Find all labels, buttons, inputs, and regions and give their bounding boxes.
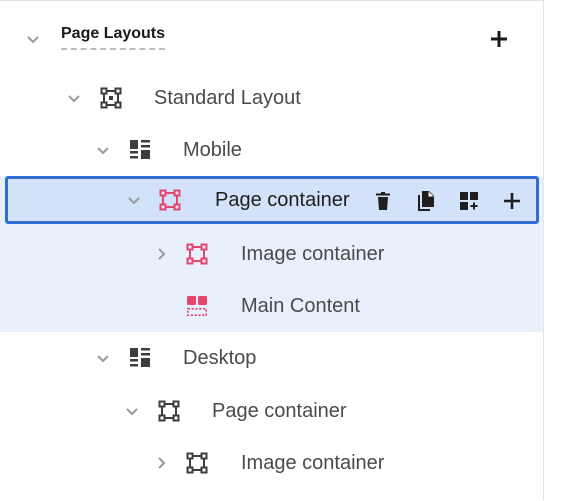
plus-icon[interactable] <box>500 189 524 213</box>
add-layout-button[interactable] <box>487 27 511 51</box>
tree-item-page-container-selected[interactable]: Page container <box>5 176 539 224</box>
tree-item-label: Main Content <box>241 295 360 317</box>
chevron-right-icon[interactable] <box>153 246 169 262</box>
tree-item-label: Mobile <box>183 139 242 161</box>
container-frame-icon <box>157 399 181 423</box>
container-frame-icon <box>185 242 209 266</box>
tree-item-mobile[interactable]: Mobile <box>0 124 543 176</box>
tree-item-standard-layout[interactable]: Standard Layout <box>0 72 543 124</box>
chevron-down-icon[interactable] <box>95 350 111 366</box>
content-slot-icon <box>185 294 209 318</box>
page-layouts-tree-panel: Page Layouts Standard Layout Mobile Page… <box>0 0 543 501</box>
scrollbar-gutter[interactable] <box>543 0 570 500</box>
tree-item-main-content[interactable]: Main Content <box>0 280 543 332</box>
chevron-down-icon[interactable] <box>25 31 41 47</box>
breakpoint-grid-icon <box>128 138 152 162</box>
tree-item-label: Image container <box>241 243 385 265</box>
tree-item-image-container[interactable]: Image container <box>0 437 543 489</box>
container-frame-icon <box>158 188 182 212</box>
chevron-down-icon[interactable] <box>95 142 111 158</box>
tree-item-label: Standard Layout <box>154 87 301 109</box>
trash-icon[interactable] <box>371 189 395 213</box>
section-title: Page Layouts <box>61 25 166 50</box>
chevron-right-icon[interactable] <box>153 455 169 471</box>
breakpoint-grid-icon <box>128 346 152 370</box>
container-frame-icon <box>185 451 209 475</box>
tree-item-page-container[interactable]: Page container <box>0 385 543 437</box>
copy-icon[interactable] <box>414 189 438 213</box>
layout-frame-icon <box>99 86 123 110</box>
add-widget-icon[interactable] <box>457 189 481 213</box>
chevron-down-icon[interactable] <box>126 192 142 208</box>
tree-item-label: Page container <box>212 400 347 422</box>
tree-item-label: Page container <box>215 189 350 211</box>
tree-item-image-container[interactable]: Image container <box>0 228 543 280</box>
chevron-down-icon[interactable] <box>66 90 82 106</box>
tree-item-desktop[interactable]: Desktop <box>0 332 543 384</box>
chevron-down-icon[interactable] <box>124 403 140 419</box>
tree-item-label: Image container <box>241 452 385 474</box>
tree-item-label: Desktop <box>183 347 257 369</box>
